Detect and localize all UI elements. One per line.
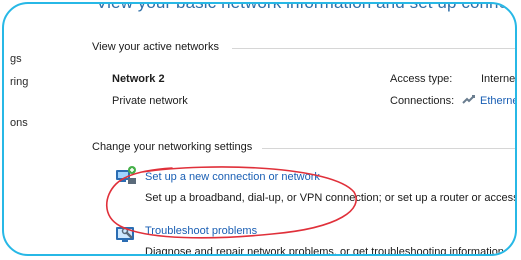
connections-value-link[interactable]: Ethernet	[462, 95, 515, 107]
troubleshoot-icon	[114, 223, 138, 247]
setup-connection-description: Set up a broadband, dial-up, or VPN conn…	[145, 192, 517, 204]
connections-label: Connections:	[390, 95, 455, 107]
sidebar: gs ring ons	[4, 4, 64, 254]
sidebar-item-sharing[interactable]: ring	[10, 76, 28, 88]
access-type-label: Access type:	[390, 73, 453, 85]
access-type-value: Internet	[481, 73, 517, 85]
network-setup-icon	[114, 164, 138, 188]
section-divider	[232, 48, 515, 49]
main-content: View your basic network information and …	[64, 4, 515, 254]
network-name: Network 2	[112, 73, 165, 85]
screenshot-frame: gs ring ons View your basic network info…	[2, 2, 517, 256]
sidebar-item-options[interactable]: ons	[10, 117, 28, 129]
sidebar-item-settings[interactable]: gs	[10, 53, 22, 65]
network-profile-link[interactable]: Private network	[112, 95, 188, 107]
setup-connection-link[interactable]: Set up a new connection or network	[145, 171, 320, 183]
troubleshoot-link[interactable]: Troubleshoot problems	[145, 225, 257, 237]
section-divider	[262, 148, 515, 149]
connections-value: Ethernet	[480, 95, 515, 107]
ethernet-icon	[462, 95, 475, 104]
active-networks-heading: View your active networks	[92, 41, 219, 53]
settings-heading: Change your networking settings	[92, 141, 253, 153]
page-title: View your basic network information and …	[96, 2, 517, 12]
troubleshoot-description: Diagnose and repair network problems, or…	[145, 246, 507, 256]
